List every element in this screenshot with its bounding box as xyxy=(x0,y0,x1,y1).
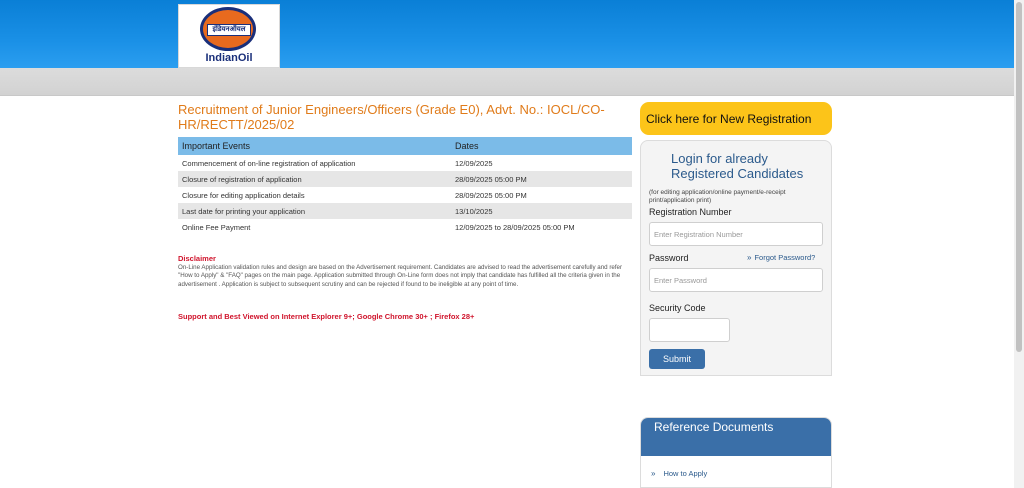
reference-documents-heading: Reference Documents xyxy=(641,418,831,456)
event-name: Commencement of on-line registration of … xyxy=(178,155,451,171)
header-dates: Dates xyxy=(451,137,632,155)
registration-number-label: Registration Number xyxy=(649,207,732,217)
event-name: Closure for editing application details xyxy=(178,187,451,203)
login-note: (for editing application/online payment/… xyxy=(649,189,786,204)
security-code-input[interactable] xyxy=(649,318,730,342)
forgot-password-label: Forgot Password? xyxy=(754,253,816,262)
registration-number-input[interactable] xyxy=(649,222,823,246)
login-panel: Login for already Registered Candidates … xyxy=(640,140,832,376)
login-heading: Login for already Registered Candidates xyxy=(671,151,804,181)
double-chevron-right-icon: » xyxy=(651,469,656,478)
disclaimer-text: On-Line Application validation rules and… xyxy=(178,264,623,288)
forgot-password-link[interactable]: » Forgot Password? xyxy=(747,253,815,262)
page-title: Recruitment of Junior Engineers/Officers… xyxy=(178,102,605,132)
table-row: Last date for printing your application … xyxy=(178,203,632,219)
event-date: 12/09/2025 to 28/09/2025 05:00 PM xyxy=(451,219,632,235)
logo-band: इंडियनऑयल xyxy=(207,24,251,36)
double-chevron-right-icon: » xyxy=(747,253,752,262)
disclaimer-heading: Disclaimer xyxy=(178,254,216,263)
event-name: Closure of registration of application xyxy=(178,171,451,187)
event-name: Last date for printing your application xyxy=(178,203,451,219)
nav-bar xyxy=(0,68,1014,96)
site-header: इंडियनऑयल IndianOil xyxy=(0,0,1014,68)
page-scrollbar[interactable] xyxy=(1014,0,1024,488)
indianoil-logo[interactable]: इंडियनऑयल IndianOil xyxy=(178,4,280,68)
important-events-table: Important Events Dates Commencement of o… xyxy=(178,137,632,235)
event-date: 28/09/2025 05:00 PM xyxy=(451,187,632,203)
security-code-label: Security Code xyxy=(649,303,706,313)
logo-hindi-text: इंडियनऑयल xyxy=(212,26,246,33)
table-row: Closure for editing application details … xyxy=(178,187,632,203)
table-header-row: Important Events Dates xyxy=(178,137,632,155)
table-row: Commencement of on-line registration of … xyxy=(178,155,632,171)
submit-button[interactable]: Submit xyxy=(649,349,705,369)
event-date: 12/09/2025 xyxy=(451,155,632,171)
event-date: 13/10/2025 xyxy=(451,203,632,219)
reference-heading-label: Reference Documents xyxy=(654,420,774,434)
browser-support-text: Support and Best Viewed on Internet Expl… xyxy=(178,312,475,321)
reference-documents-panel: Reference Documents » How to Apply xyxy=(640,417,832,488)
reference-item-how-to-apply[interactable]: » How to Apply xyxy=(651,469,707,478)
password-label: Password xyxy=(649,253,689,263)
logo-text: IndianOil xyxy=(205,52,253,64)
event-date: 28/09/2025 05:00 PM xyxy=(451,171,632,187)
event-name: Online Fee Payment xyxy=(178,219,451,235)
logo-emblem-icon: इंडियनऑयल xyxy=(200,7,256,51)
scrollbar-thumb[interactable] xyxy=(1016,2,1022,352)
header-important-events: Important Events xyxy=(178,137,451,155)
table-row: Online Fee Payment 12/09/2025 to 28/09/2… xyxy=(178,219,632,235)
new-registration-button[interactable]: Click here for New Registration xyxy=(640,102,832,135)
password-input[interactable] xyxy=(649,268,823,292)
reference-item-label: How to Apply xyxy=(663,469,708,478)
table-row: Closure of registration of application 2… xyxy=(178,171,632,187)
